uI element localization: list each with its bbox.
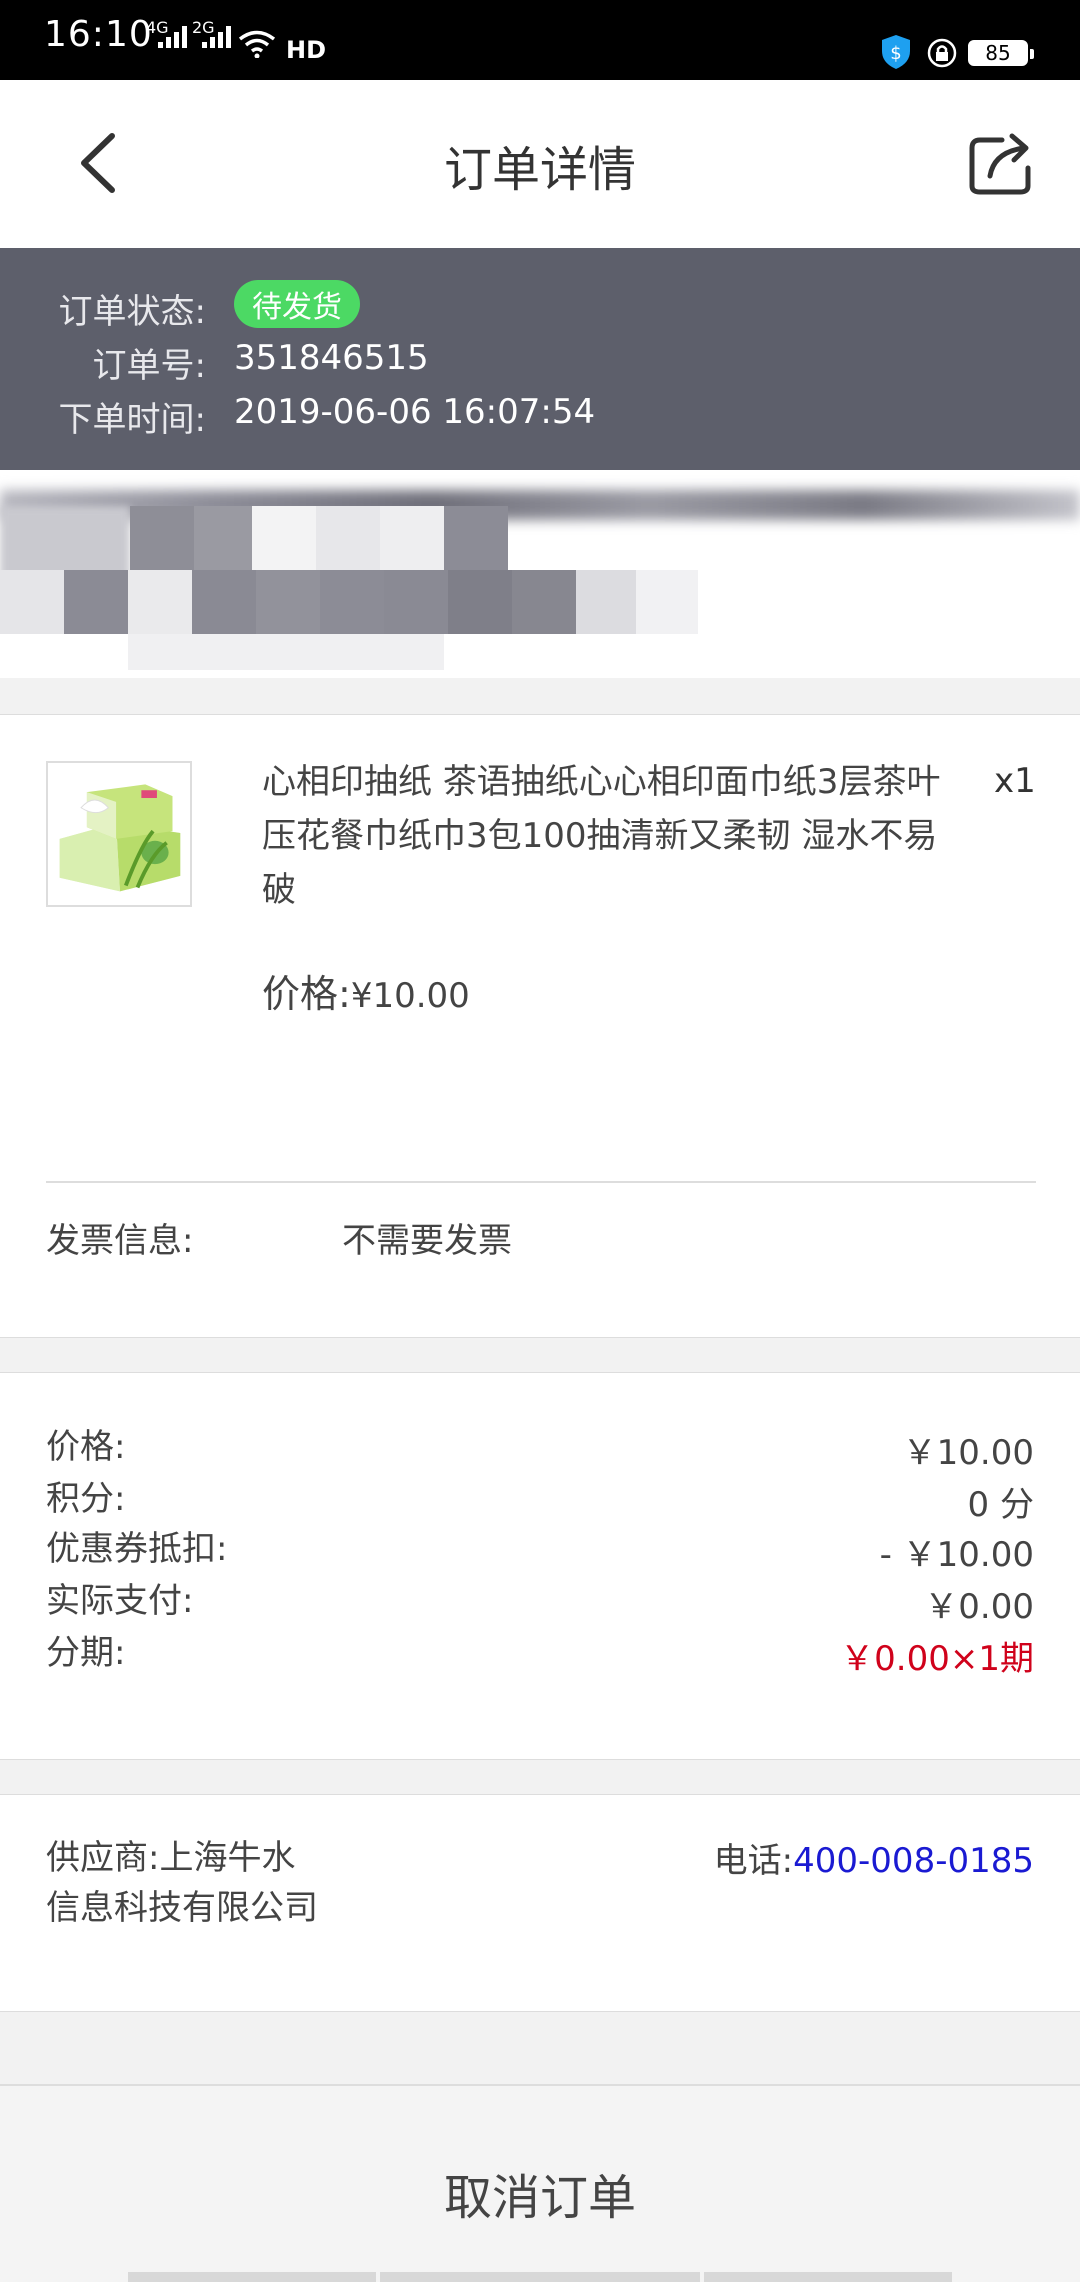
lock-icon [927, 38, 957, 68]
product-card[interactable]: 心相印抽纸 茶语抽纸心心相印面巾纸3层茶叶压花餐巾纸巾3包100抽清新又柔韧 湿… [0, 714, 1080, 1338]
summary-row-coupon: 优惠券抵扣: - ￥10.00 [0, 1521, 1080, 1575]
summary-label: 实际支付: [46, 1581, 194, 1621]
summary-row-points: 积分: 0 分 [0, 1471, 1080, 1525]
summary-row-price: 价格: ￥10.00 [0, 1419, 1080, 1473]
product-price-value: ¥10.00 [350, 976, 470, 1016]
order-time-row: 下单时间: 2019-06-06 16:07:54 [0, 392, 1080, 442]
order-number-value: 351846515 [234, 338, 429, 378]
status-time: 16:10 [44, 14, 153, 55]
redacted-address-block [0, 470, 1080, 678]
installment-value: ￥0.00×1期 [840, 1639, 1034, 1679]
battery-icon: 85 [968, 40, 1034, 66]
divider [46, 1181, 1036, 1183]
status-bar: 16:10 4G 2G HD $ 85 [0, 0, 1080, 80]
product-name[interactable]: 心相印抽纸 茶语抽纸心心相印面巾纸3层茶叶压花餐巾纸巾3包100抽清新又柔韧 湿… [262, 755, 942, 917]
order-time-label: 下单时间: [58, 400, 206, 440]
product-price-label: 价格: [262, 972, 351, 1016]
wifi-icon [238, 30, 276, 58]
price-summary: 价格: ￥10.00 积分: 0 分 优惠券抵扣: - ￥10.00 实际支付:… [0, 1372, 1080, 1760]
supplier-name-line-2: 信息科技有限公司 [46, 1888, 318, 1928]
nav-bar-segment [128, 2272, 376, 2282]
cancel-order-button[interactable]: 取消订单 [0, 2158, 1080, 2228]
order-time-value: 2019-06-06 16:07:54 [234, 392, 596, 432]
bottom-action-bar: 取消订单 [0, 2084, 1080, 2282]
tissue-package-image [48, 763, 190, 905]
order-number-label: 订单号: [92, 346, 206, 386]
invoice-label: 发票信息: [46, 1221, 194, 1261]
summary-value: - ￥10.00 [879, 1535, 1034, 1575]
supplier-phone: 电话:400-008-0185 [714, 1833, 1034, 1882]
summary-label: 积分: [46, 1479, 126, 1519]
supplier-name: 供应商:上海牛水 信息科技有限公司 [46, 1833, 318, 1933]
summary-label: 优惠券抵扣: [46, 1529, 228, 1569]
signal-1-icon [158, 26, 187, 48]
hd-indicator: HD [286, 36, 327, 64]
summary-value: ￥0.00 [924, 1587, 1034, 1627]
nav-bar-segment [380, 2272, 700, 2282]
product-thumbnail[interactable] [46, 761, 192, 907]
summary-row-installment: 分期: ￥0.00×1期 [0, 1625, 1080, 1679]
phone-link[interactable]: 400-008-0185 [793, 1841, 1034, 1881]
app-header: 订单详情 [0, 80, 1080, 249]
product-quantity: x1 [994, 761, 1036, 801]
product-price: 价格:¥10.00 [262, 963, 470, 1018]
order-status-row: 订单状态: 待发货 [0, 280, 1080, 334]
order-number-row: 订单号: 351846515 [0, 338, 1080, 388]
order-status-panel: 订单状态: 待发货 订单号: 351846515 下单时间: 2019-06-0… [0, 248, 1080, 470]
share-icon[interactable] [966, 128, 1036, 198]
svg-text:$: $ [890, 43, 901, 64]
summary-row-actual-paid: 实际支付: ￥0.00 [0, 1573, 1080, 1627]
summary-label: 分期: [46, 1633, 126, 1673]
nav-bar-segment [704, 2272, 952, 2282]
signal-2-icon [202, 26, 231, 48]
security-shield-icon: $ [882, 35, 910, 69]
status-badge: 待发货 [234, 280, 360, 328]
summary-value: ￥10.00 [902, 1433, 1034, 1473]
phone-label: 电话: [713, 1841, 794, 1881]
supplier-name-line-1: 供应商:上海牛水 [46, 1838, 296, 1878]
summary-label: 价格: [46, 1427, 126, 1467]
order-status-label: 订单状态: [58, 292, 206, 332]
page-title: 订单详情 [443, 142, 636, 198]
invoice-value: 不需要发票 [342, 1221, 512, 1261]
supplier-card: 供应商:上海牛水 信息科技有限公司 电话:400-008-0185 [0, 1794, 1080, 2012]
summary-value: 0 分 [967, 1485, 1034, 1525]
